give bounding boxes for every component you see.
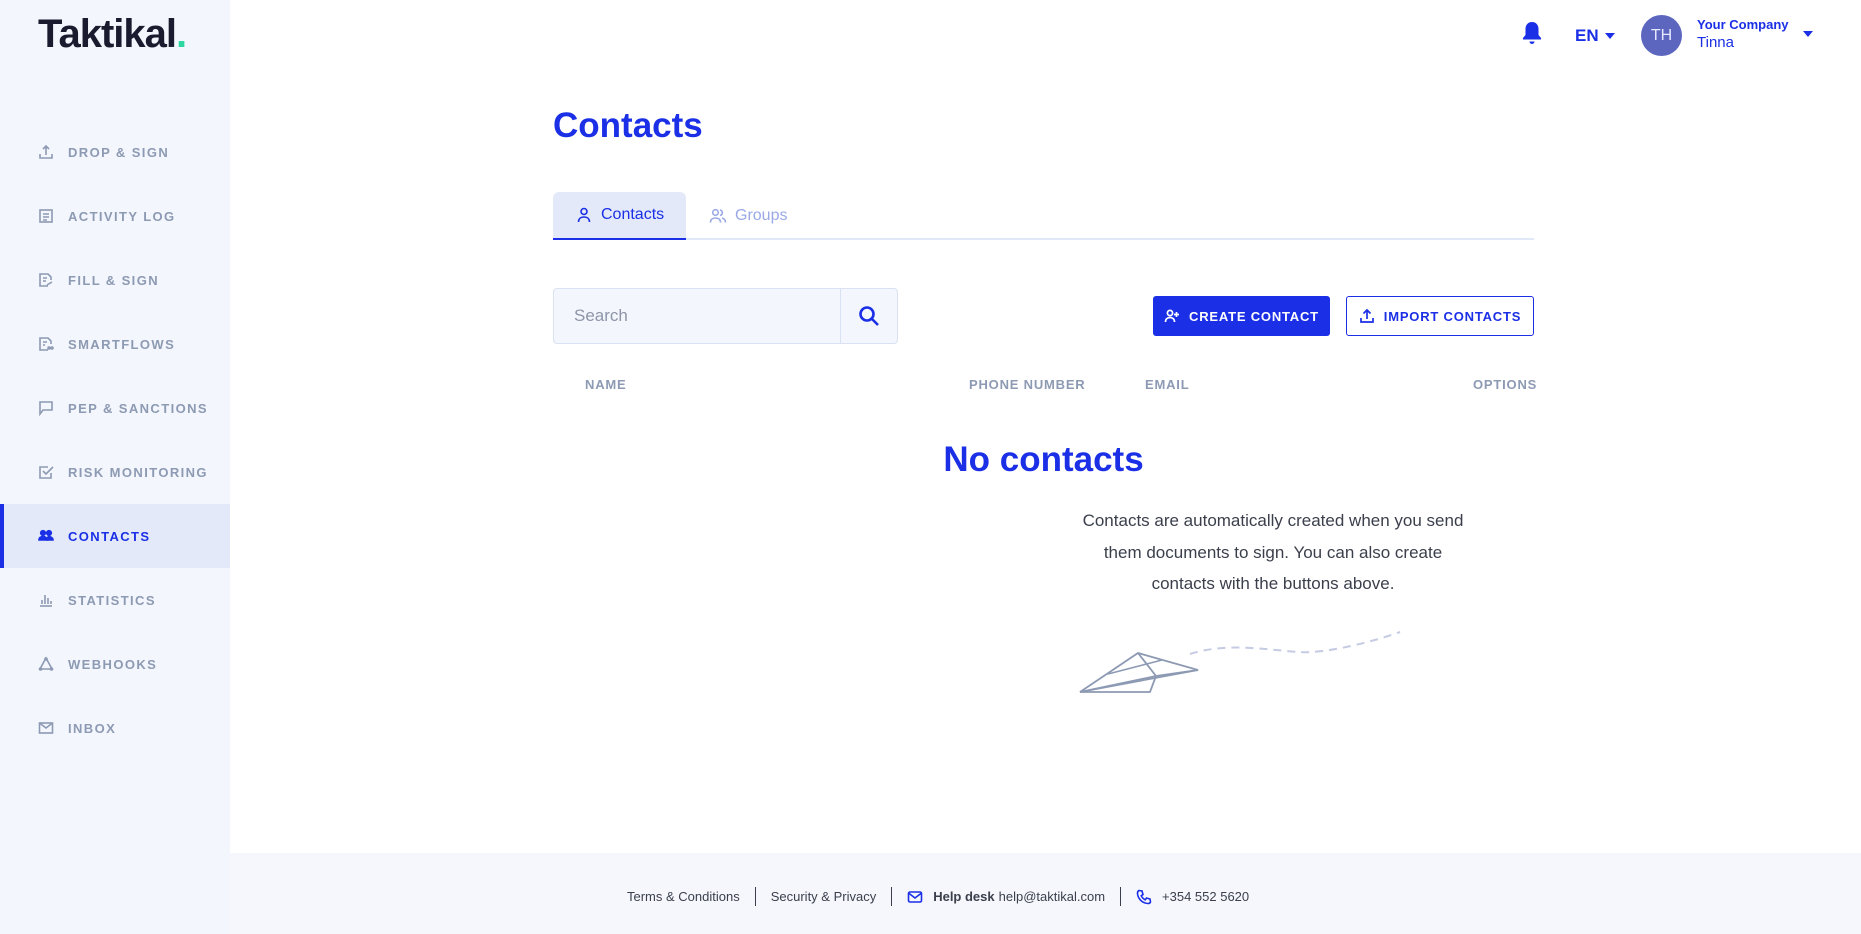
logo[interactable]: Taktikal. — [38, 12, 187, 57]
log-icon — [38, 208, 54, 224]
upload-icon — [1359, 308, 1374, 323]
footer: Terms & Conditions Security & Privacy He… — [230, 853, 1861, 934]
bell-icon[interactable] — [1520, 20, 1544, 46]
sidebar-item-inbox[interactable]: INBOX — [0, 696, 230, 760]
sidebar-item-label: FILL & SIGN — [68, 272, 159, 288]
import-contacts-button[interactable]: IMPORT CONTACTS — [1346, 296, 1534, 336]
sidebar: Taktikal. DROP & SIGN ACTIVITY LOG FILL … — [0, 0, 230, 934]
security-link[interactable]: Security & Privacy — [771, 889, 876, 904]
sidebar-item-pep-sanctions[interactable]: PEP & SANCTIONS — [0, 376, 230, 440]
terms-link[interactable]: Terms & Conditions — [627, 889, 740, 904]
group-icon — [709, 208, 727, 223]
logo-text: Taktikal — [38, 12, 177, 56]
sidebar-item-label: DROP & SIGN — [68, 144, 170, 160]
tab-groups[interactable]: Groups — [687, 192, 809, 240]
sidebar-item-label: CONTACTS — [68, 528, 151, 544]
sidebar-item-contacts[interactable]: CONTACTS — [0, 504, 230, 568]
column-header-name[interactable]: NAME — [585, 377, 626, 392]
empty-state-title: No contacts — [943, 440, 1144, 479]
chevron-down-icon — [1604, 33, 1615, 39]
sidebar-item-label: PEP & SANCTIONS — [68, 400, 208, 416]
search-button[interactable] — [840, 289, 897, 343]
search-box — [553, 288, 898, 344]
sidebar-item-statistics[interactable]: STATISTICS — [0, 568, 230, 632]
sidebar-item-label: SMARTFLOWS — [68, 336, 176, 352]
mail-icon — [907, 890, 923, 903]
create-contact-button[interactable]: CREATE CONTACT — [1153, 296, 1330, 336]
language-label: EN — [1575, 26, 1599, 45]
helpdesk-label: Help desk — [933, 889, 995, 904]
sidebar-item-label: RISK MONITORING — [68, 464, 208, 480]
sidebar-item-label: ACTIVITY LOG — [68, 208, 176, 224]
logo-dot: . — [176, 12, 187, 56]
import-contacts-label: IMPORT CONTACTS — [1383, 308, 1522, 324]
helpdesk-email-link[interactable]: help@taktikal.com — [999, 889, 1105, 904]
footer-links: Terms & Conditions Security & Privacy He… — [627, 887, 1249, 906]
page-title: Contacts — [553, 106, 703, 145]
language-selector[interactable]: EN — [1575, 26, 1615, 46]
main-content: EN TH Your Company Tinna Contacts Contac… — [230, 0, 1861, 853]
phone-link[interactable]: +354 552 5620 — [1162, 889, 1249, 904]
sidebar-item-webhooks[interactable]: WEBHOOKS — [0, 632, 230, 696]
phone-icon — [1136, 889, 1152, 904]
footer-divider — [754, 887, 756, 906]
empty-state-text: Contacts are automatically created when … — [1082, 511, 1464, 593]
fill-sign-icon — [38, 272, 54, 288]
sidebar-item-label: STATISTICS — [68, 592, 156, 608]
bar-chart-icon — [38, 592, 54, 608]
tab-contacts[interactable]: Contacts — [553, 192, 687, 240]
sidebar-item-label: INBOX — [68, 720, 117, 736]
column-header-options: OPTIONS — [1473, 377, 1538, 392]
sidebar-item-smartflows[interactable]: SMARTFLOWS — [0, 312, 230, 376]
mail-icon — [38, 720, 54, 736]
column-header-phone[interactable]: PHONE NUMBER — [969, 377, 1086, 392]
tab-label: Groups — [735, 207, 788, 224]
checkbox-icon — [38, 464, 54, 480]
chevron-down-icon[interactable] — [1803, 31, 1813, 37]
footer-divider — [891, 887, 893, 906]
search-input[interactable] — [554, 289, 840, 343]
account-menu[interactable]: Your Company Tinna — [1697, 16, 1789, 53]
company-name: Your Company — [1697, 17, 1789, 32]
add-user-icon — [1164, 309, 1180, 323]
sidebar-item-activity-log[interactable]: ACTIVITY LOG — [0, 184, 230, 248]
create-contact-label: CREATE CONTACT — [1189, 308, 1319, 324]
app-frame: Taktikal. DROP & SIGN ACTIVITY LOG FILL … — [0, 0, 1861, 934]
sidebar-item-risk-monitoring[interactable]: RISK MONITORING — [0, 440, 230, 504]
tab-bar: Contacts Groups — [553, 192, 1534, 240]
people-icon — [38, 528, 54, 544]
column-header-email[interactable]: EMAIL — [1145, 377, 1189, 392]
person-icon — [577, 207, 591, 223]
user-name: Tinna — [1697, 34, 1734, 51]
search-icon — [859, 306, 879, 326]
sidebar-item-fill-sign[interactable]: FILL & SIGN — [0, 248, 230, 312]
sidebar-nav: DROP & SIGN ACTIVITY LOG FILL & SIGN SMA… — [0, 120, 230, 760]
tab-label: Contacts — [601, 206, 665, 223]
sidebar-item-drop-sign[interactable]: DROP & SIGN — [0, 120, 230, 184]
webhook-icon — [38, 656, 54, 672]
sidebar-item-label: WEBHOOKS — [68, 656, 158, 672]
avatar[interactable]: TH — [1641, 15, 1682, 56]
paper-plane-illustration — [1079, 631, 1401, 693]
footer-divider — [1120, 887, 1122, 906]
flag-icon — [38, 400, 54, 416]
smartflows-icon — [38, 336, 54, 352]
upload-icon — [38, 144, 54, 160]
